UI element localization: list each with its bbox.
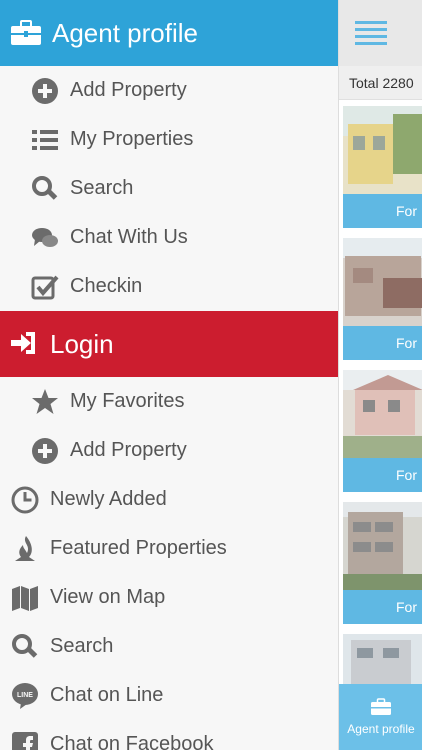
map-icon [10,583,40,613]
property-card[interactable]: For [343,106,422,228]
menu-item-label: Newly Added [50,488,167,510]
menu-item-label: View on Map [50,586,166,608]
menu-item-label: Checkin [70,275,143,297]
menu-item-label: Chat on Line [50,684,164,706]
menu-item-label: Search [50,635,114,657]
search-icon [10,632,40,662]
header-title: Agent profile [52,17,198,48]
flame-icon [10,534,40,564]
menu-item-chat-with-us[interactable]: Chat With Us [0,213,338,262]
menu-item-search-2[interactable]: Search [0,622,338,671]
property-photo [343,370,422,458]
menu-item-label: Chat With Us [70,226,188,248]
main-content: Total 2280 For For For For Agent profile [338,0,422,750]
menu-item-my-properties[interactable]: My Properties [0,115,338,164]
menu-item-label: Chat on Facebook [50,733,214,750]
menu-item-checkin[interactable]: Checkin [0,262,338,311]
property-status-label: For [343,326,422,360]
menu-item-label: Search [70,177,134,199]
navigation-drawer: Agent profile Add Property My Properties… [0,0,338,750]
agent-profile-header[interactable]: Agent profile [0,0,338,66]
agent-tab-label: Agent profile [347,722,415,736]
chat-bubbles-icon [30,223,60,253]
property-photo [343,238,422,326]
property-photo [343,634,422,684]
menu-item-add-property[interactable]: Add Property [0,66,338,115]
menu-item-view-on-map[interactable]: View on Map [0,573,338,622]
briefcase-icon [11,20,41,45]
menu-item-label: Add Property [70,79,187,101]
property-photo [343,502,422,590]
menu-item-chat-on-facebook[interactable]: Chat on Facebook [0,720,338,750]
menu-item-my-favorites[interactable]: My Favorites [0,377,338,426]
property-status-label: For [343,194,422,228]
total-count: Total 2280 [339,66,422,100]
property-photo [343,106,422,194]
property-card[interactable]: For [343,502,422,624]
search-icon [30,174,60,204]
checkbox-icon [30,272,60,302]
list-icon [30,125,60,155]
menu-item-featured-properties[interactable]: Featured Properties [0,524,338,573]
property-card[interactable] [343,634,422,684]
login-label: Login [50,328,114,359]
property-status-label: For [343,458,422,492]
clock-icon [10,485,40,515]
property-card[interactable]: For [343,370,422,492]
svg-text:LINE: LINE [17,692,33,699]
menu-item-search[interactable]: Search [0,164,338,213]
menu-item-newly-added[interactable]: Newly Added [0,475,338,524]
star-icon [30,387,60,417]
agent-profile-tab[interactable]: Agent profile [339,684,422,750]
menu-item-label: Featured Properties [50,537,227,559]
menu-item-chat-on-line[interactable]: LINE Chat on Line [0,671,338,720]
briefcase-icon [371,698,391,715]
facebook-icon [10,730,40,750]
hamburger-icon [355,21,387,45]
hamburger-menu-button[interactable] [339,0,422,66]
plus-circle-icon [30,76,60,106]
property-status-label: For [343,590,422,624]
login-button[interactable]: Login [0,311,338,377]
menu-item-label: My Properties [70,128,194,150]
sign-in-icon [10,329,40,359]
plus-circle-icon [30,436,60,466]
menu-item-label: Add Property [70,439,187,461]
line-icon: LINE [10,681,40,711]
menu-item-add-property-2[interactable]: Add Property [0,426,338,475]
menu-item-label: My Favorites [70,390,185,412]
property-card[interactable]: For [343,238,422,360]
